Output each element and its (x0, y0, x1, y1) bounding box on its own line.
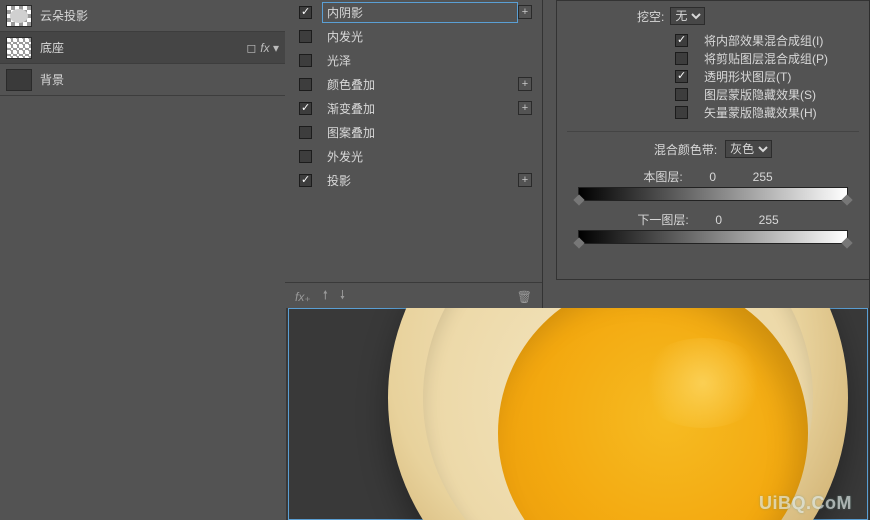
blend-if-label: 混合颜色带: (654, 141, 717, 158)
checkbox[interactable] (299, 150, 312, 163)
add-effect-button[interactable]: + (518, 173, 532, 187)
underlying-high: 255 (749, 213, 789, 227)
underlying-low: 0 (699, 213, 739, 227)
move-up-icon[interactable]: 🠕 (323, 286, 328, 307)
blend-if-select[interactable]: 灰色 (725, 140, 772, 158)
fx-label[interactable]: 内发光 (322, 26, 532, 47)
layer-thumbnail (6, 5, 32, 27)
this-layer-low: 0 (693, 170, 733, 184)
blend-if-underlying: 下一图层: 0 255 (567, 211, 859, 244)
add-effect-button[interactable]: + (518, 77, 532, 91)
fx-label[interactable]: 内阴影 (322, 2, 518, 23)
fx-item-inner-glow[interactable]: 内发光 (285, 24, 542, 48)
artwork-highlight (638, 338, 768, 428)
fx-label[interactable]: 光泽 (322, 50, 532, 71)
option-label: 透明形状图层(T) (704, 68, 791, 85)
checkbox[interactable] (675, 52, 688, 65)
option-blend-interior[interactable]: 将内部效果混合成组(I) (675, 31, 859, 49)
fx-label[interactable]: 外发光 (322, 146, 532, 167)
add-effect-button[interactable]: + (518, 5, 532, 19)
checkbox[interactable] (299, 126, 312, 139)
layer-row[interactable]: 背景 (0, 64, 285, 96)
fx-item-color-overlay[interactable]: 颜色叠加 + (285, 72, 542, 96)
fx-item-satin[interactable]: 光泽 (285, 48, 542, 72)
checkbox[interactable] (675, 70, 688, 83)
layer-name[interactable]: 云朵投影 (40, 7, 285, 24)
knockout-select[interactable]: 无 (670, 7, 705, 25)
effects-footer: fx₊ 🠕 🠗 🗑 (285, 282, 542, 310)
checkbox[interactable] (675, 88, 688, 101)
document-canvas[interactable]: UiBQ.CoM (286, 308, 870, 520)
checkbox[interactable] (675, 34, 688, 47)
watermark-text: UiBQ.CoM (759, 493, 852, 514)
option-label: 矢量蒙版隐藏效果(H) (704, 104, 817, 121)
layer-thumbnail (6, 37, 32, 59)
fx-item-inner-shadow[interactable]: 内阴影 + (285, 0, 542, 24)
link-icon: ◻ (246, 41, 256, 55)
checkbox[interactable] (675, 106, 688, 119)
fx-item-outer-glow[interactable]: 外发光 (285, 144, 542, 168)
layers-panel: 云朵投影 底座 ◻ fx ▾ 背景 (0, 0, 285, 520)
underlying-slider[interactable] (578, 230, 848, 244)
layer-thumbnail (6, 69, 32, 91)
blend-if-header: 混合颜色带: 灰色 (567, 131, 859, 158)
layer-name[interactable]: 背景 (40, 71, 285, 88)
fx-icon: fx ▾ (260, 41, 279, 55)
fx-label[interactable]: 投影 (322, 170, 518, 191)
layer-row[interactable]: 底座 ◻ fx ▾ (0, 32, 285, 64)
layer-indicator-icons: ◻ fx ▾ (246, 41, 279, 55)
blending-options-panel: 挖空: 无 将内部效果混合成组(I) 将剪贴图层混合成组(P) 透明形状图层(T… (556, 0, 870, 280)
advanced-options: 将内部效果混合成组(I) 将剪贴图层混合成组(P) 透明形状图层(T) 图层蒙版… (675, 31, 859, 121)
checkbox[interactable] (299, 6, 312, 19)
option-vector-mask-hides[interactable]: 矢量蒙版隐藏效果(H) (675, 103, 859, 121)
move-down-icon[interactable]: 🠗 (340, 286, 345, 307)
artwork-plate-outer (388, 308, 848, 520)
trash-icon[interactable]: 🗑 (517, 290, 532, 304)
this-layer-high: 255 (743, 170, 783, 184)
fx-item-drop-shadow[interactable]: 投影 + (285, 168, 542, 192)
checkbox[interactable] (299, 78, 312, 91)
fx-item-gradient-overlay[interactable]: 渐变叠加 + (285, 96, 542, 120)
layer-name[interactable]: 底座 (40, 39, 246, 56)
artwork-plate-inner (498, 308, 808, 520)
layer-style-effects-list: 内阴影 + 内发光 光泽 颜色叠加 + 渐变叠加 + 图案叠加 外发光 投影 +… (285, 0, 543, 310)
slider-knob-low[interactable] (573, 237, 584, 248)
knockout-row: 挖空: 无 (637, 7, 859, 25)
option-transparency-shapes[interactable]: 透明形状图层(T) (675, 67, 859, 85)
fx-label[interactable]: 颜色叠加 (322, 74, 518, 95)
add-effect-button[interactable]: + (518, 101, 532, 115)
option-label: 将内部效果混合成组(I) (704, 32, 823, 49)
slider-knob-high[interactable] (841, 194, 852, 205)
fx-label[interactable]: 图案叠加 (322, 122, 532, 143)
option-layer-mask-hides[interactable]: 图层蒙版隐藏效果(S) (675, 85, 859, 103)
fx-item-pattern-overlay[interactable]: 图案叠加 (285, 120, 542, 144)
slider-knob-low[interactable] (573, 194, 584, 205)
checkbox[interactable] (299, 102, 312, 115)
checkbox[interactable] (299, 54, 312, 67)
option-label: 将剪贴图层混合成组(P) (704, 50, 828, 67)
underlying-label: 下一图层: (637, 211, 688, 228)
this-layer-slider[interactable] (578, 187, 848, 201)
layer-row[interactable]: 云朵投影 (0, 0, 285, 32)
checkbox[interactable] (299, 30, 312, 43)
blend-if-this-layer: 本图层: 0 255 (567, 168, 859, 201)
slider-knob-high[interactable] (841, 237, 852, 248)
artwork-plate-rim (423, 308, 813, 520)
option-blend-clipped[interactable]: 将剪贴图层混合成组(P) (675, 49, 859, 67)
fx-label[interactable]: 渐变叠加 (322, 98, 518, 119)
checkbox[interactable] (299, 174, 312, 187)
option-label: 图层蒙版隐藏效果(S) (704, 86, 816, 103)
this-layer-label: 本图层: (643, 168, 682, 185)
fx-menu-icon[interactable]: fx₊ (295, 290, 311, 304)
knockout-label: 挖空: (637, 8, 664, 25)
